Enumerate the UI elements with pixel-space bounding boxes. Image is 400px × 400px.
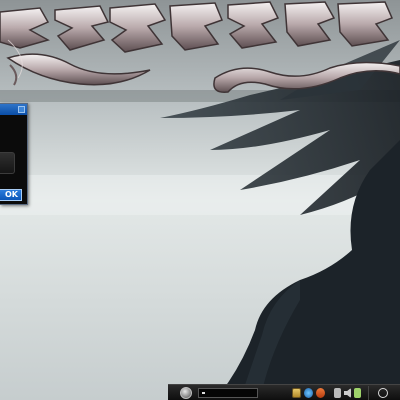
taskbar <box>168 384 400 400</box>
tray-clock[interactable] <box>368 386 398 400</box>
dialog-device-icon <box>0 152 15 174</box>
desktop-wallpaper <box>0 0 400 400</box>
volume-icon[interactable] <box>344 388 351 398</box>
dialog-close-button[interactable] <box>18 106 25 113</box>
wallpaper-artwork <box>0 0 400 400</box>
media-player-icon[interactable] <box>316 388 325 398</box>
taskbar-address-input[interactable] <box>198 388 258 398</box>
ok-button-label: OK <box>5 190 18 199</box>
browser-icon[interactable] <box>304 388 313 398</box>
dialog-window: OK <box>0 103 28 205</box>
start-orb-icon[interactable] <box>180 387 192 399</box>
input-caret <box>202 392 205 394</box>
ok-button[interactable]: OK <box>0 189 22 201</box>
tray-app-icon[interactable] <box>354 388 361 398</box>
clock-icon <box>378 388 388 398</box>
network-icon[interactable] <box>334 388 341 398</box>
dialog-titlebar[interactable] <box>0 104 27 115</box>
folder-icon[interactable] <box>292 388 301 398</box>
